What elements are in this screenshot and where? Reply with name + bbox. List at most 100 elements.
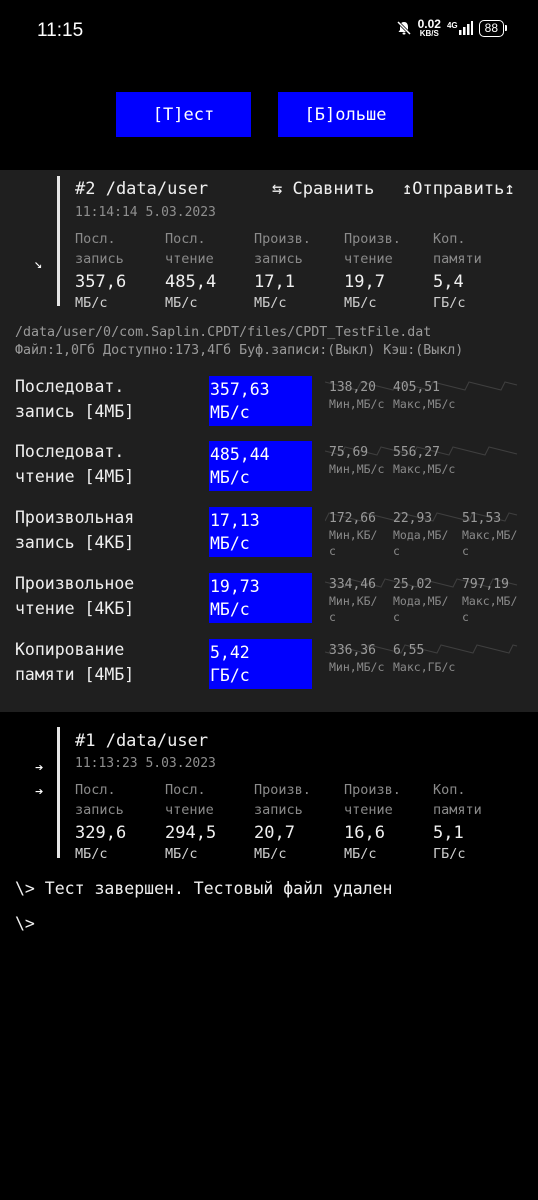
test-row-stat: 138,20 Мин,МБ/с (329, 380, 384, 412)
stat-label: Мин,МБ/с (329, 462, 385, 476)
stat-label: Мин,МБ/с (329, 397, 385, 411)
test-row-label-line: памяти [4МБ] (15, 665, 135, 684)
run-1-divider (57, 727, 60, 858)
stat-label: Мода,МБ/ (393, 594, 449, 608)
stat-value: 336,36 (329, 643, 376, 658)
stat-value: 75,69 (329, 445, 369, 460)
test-row-label-line: Произвольная (15, 508, 135, 527)
stat-label: Макс,ГБ/с (393, 660, 456, 674)
test-row-stat: 172,66 Мин,КБ/с (329, 511, 377, 559)
stat-label: с (329, 610, 336, 624)
stat-label: Макс,МБ/ (462, 528, 518, 542)
run-2-title: #2 /data/user (75, 179, 209, 199)
test-row-label: Копирование памяти [4МБ] (15, 637, 134, 687)
test-row-stat: 336,36 Мин,МБ/с (329, 643, 384, 675)
send-button[interactable]: ↥Отправить↥ (402, 179, 515, 199)
file-path: /data/user/0/com.Saplin.CPDT/files/CPDT_… (15, 325, 432, 340)
collapse-arrow-icon[interactable]: ↘ (34, 256, 42, 272)
arrow-right-icon[interactable]: ➔ (35, 784, 43, 800)
test-row-label: Произвольное чтение [4КБ] (15, 571, 134, 621)
test-row-label: Последоват. чтение [4МБ] (15, 439, 134, 489)
run-1-metric-seq-read: Посл. чтение 294,5 МБ/с (165, 782, 217, 862)
test-row-value: 5,42 (210, 643, 250, 662)
compare-button[interactable]: ⇆ Сравнить (272, 179, 374, 199)
run-2-divider (57, 176, 60, 306)
console-message: \> Тест завершен. Тестовый файл удален (15, 879, 393, 898)
stat-label: Мин,КБ/ (329, 528, 378, 542)
test-row-label-line: Последоват. (15, 377, 125, 396)
stat-label: Мин,КБ/ (329, 594, 378, 608)
test-row-stat: 6,55 Макс,ГБ/с (393, 643, 455, 675)
test-row-result: 5,42 ГБ/с (209, 639, 312, 689)
signal-bars-icon (458, 21, 473, 35)
stat-value: 556,27 (393, 445, 440, 460)
test-row-unit: МБ/с (210, 534, 250, 553)
test-row-unit: ГБ/с (210, 666, 250, 685)
stat-label: с (462, 610, 469, 624)
stat-value: 405,51 (393, 380, 440, 395)
stat-value: 172,66 (329, 511, 376, 526)
battery-level: 88 (484, 20, 498, 35)
test-row-label-line: Последоват. (15, 442, 125, 461)
test-row-label-line: чтение [4КБ] (15, 599, 135, 618)
stat-label: с (462, 544, 469, 558)
test-row-stat: 22,93 Мода,МБ/с (393, 511, 448, 559)
run-2-metric-mem-copy: Коп. памяти 5,4 ГБ/с (433, 231, 482, 311)
run-2-metric-rand-read: Произв. чтение 19,7 МБ/с (344, 231, 401, 311)
test-row-stat: 797,19 Макс,МБ/с (462, 577, 517, 625)
run-2-datetime: 11:14:14 5.03.2023 (75, 205, 216, 220)
test-row-label-line: чтение [4МБ] (15, 467, 135, 486)
test-row-result: 17,13 МБ/с (209, 507, 312, 557)
stat-label: Макс,МБ/с (393, 462, 456, 476)
stat-value: 334,46 (329, 577, 376, 592)
test-row-stat: 405,51 Макс,МБ/с (393, 380, 455, 412)
test-row-label: Произвольная запись [4КБ] (15, 505, 134, 555)
stat-label: с (393, 544, 400, 558)
test-row-stat: 556,27 Макс,МБ/с (393, 445, 455, 477)
run-2-metric-rand-write: Произв. запись 17,1 МБ/с (254, 231, 311, 311)
test-row-label-line: запись [4МБ] (15, 402, 135, 421)
test-row-label-line: Произвольное (15, 574, 135, 593)
stat-value: 22,93 (393, 511, 433, 526)
stat-label: с (329, 544, 336, 558)
mute-bell-icon (396, 20, 411, 36)
run-1-metric-mem-copy: Коп. памяти 5,1 ГБ/с (433, 782, 482, 862)
status-bar: 11:15 0.02 KB/S 4G 88 (0, 0, 538, 62)
test-row-stat: 25,02 Мода,МБ/с (393, 577, 448, 625)
test-row-unit: МБ/с (210, 600, 250, 619)
run-2-metric-seq-read: Посл. чтение 485,4 МБ/с (165, 231, 217, 311)
stat-value: 25,02 (393, 577, 433, 592)
more-button[interactable]: [Б]ольше (278, 92, 413, 137)
signal-type: 4G (446, 21, 458, 30)
test-button[interactable]: [T]ест (116, 92, 251, 137)
test-row-stat: 51,53 Макс,МБ/с (462, 511, 517, 559)
test-row-value: 357,63 (210, 380, 270, 399)
stat-value: 138,20 (329, 380, 376, 395)
file-info: Файл:1,0Гб Доступно:173,4Гб Буф.записи:(… (15, 343, 464, 358)
stat-label: Мин,МБ/с (329, 660, 385, 674)
stat-value: 6,55 (393, 643, 425, 658)
stat-label: с (393, 610, 400, 624)
stat-label: Мода,МБ/ (393, 528, 449, 542)
test-row-stat: 334,46 Мин,КБ/с (329, 577, 377, 625)
test-row-label-line: запись [4КБ] (15, 533, 135, 552)
test-row-result: 485,44 МБ/с (209, 441, 312, 491)
run-2-panel[interactable]: ↘ #2 /data/user ⇆ Сравнить ↥Отправить↥ 1… (0, 170, 538, 712)
stat-label: Макс,МБ/с (393, 397, 456, 411)
stat-value: 51,53 (462, 511, 502, 526)
test-row-result: 19,73 МБ/с (209, 573, 312, 623)
test-row-unit: МБ/с (210, 468, 250, 487)
test-row-value: 19,73 (210, 577, 260, 596)
battery-icon: 88 (478, 19, 508, 37)
test-row-value: 485,44 (210, 445, 270, 464)
net-speed-unit: KB/S (419, 29, 439, 38)
status-time: 11:15 (37, 20, 84, 41)
test-row-value: 17,13 (210, 511, 260, 530)
run-2-metric-seq-write: Посл. запись 357,6 МБ/с (75, 231, 127, 311)
test-row-label: Последоват. запись [4МБ] (15, 374, 134, 424)
test-row-label-line: Копирование (15, 640, 125, 659)
arrow-right-icon[interactable]: ➔ (35, 760, 43, 776)
console-prompt[interactable]: \> (15, 914, 35, 933)
run-1-datetime: 11:13:23 5.03.2023 (75, 756, 216, 771)
run-1-metric-seq-write: Посл. запись 329,6 МБ/с (75, 782, 127, 862)
